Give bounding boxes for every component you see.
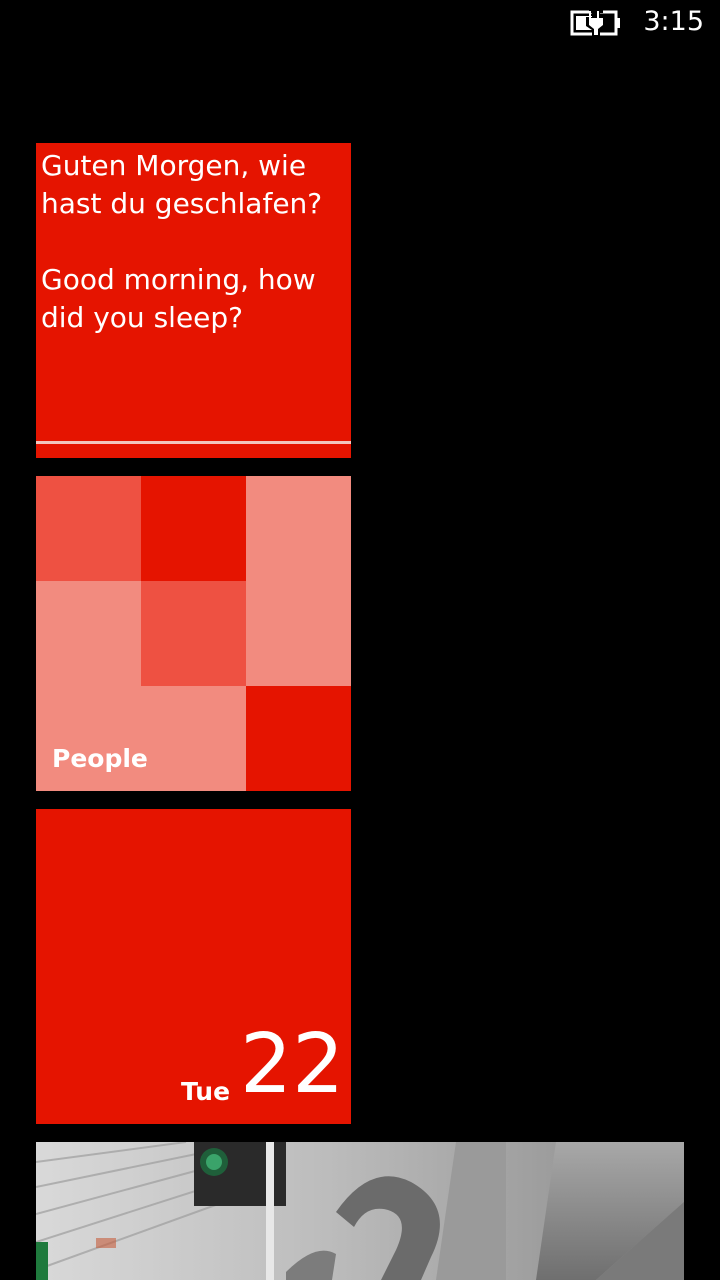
photos-tile[interactable] <box>36 1142 684 1280</box>
people-mosaic-cell <box>246 686 351 791</box>
calendar-day: Tue <box>181 1077 231 1106</box>
phrase-text: Guten Morgen, wie hast du geschlafen? Go… <box>41 147 346 337</box>
people-mosaic-cell <box>36 686 141 791</box>
people-mosaic-cell <box>246 476 351 581</box>
photo-icon <box>36 1142 684 1280</box>
phrase-tile[interactable]: Guten Morgen, wie hast du geschlafen? Go… <box>36 143 351 458</box>
status-bar: 3:15 <box>0 0 720 48</box>
calendar-date: 22 <box>240 1017 345 1112</box>
people-mosaic-cell <box>141 476 246 581</box>
people-mosaic-cell <box>141 581 246 686</box>
start-screen: 3:15 Guten Morgen, wie hast du geschlafe… <box>0 0 720 1280</box>
phrase-divider <box>36 441 351 444</box>
people-mosaic-cell <box>36 476 141 581</box>
people-mosaic-cell <box>36 581 141 686</box>
people-mosaic-cell <box>246 581 351 686</box>
battery-charging-icon <box>570 9 620 37</box>
calendar-tile[interactable]: Tue 22 <box>36 809 351 1124</box>
phrase-english: Good morning, how did you sleep? <box>41 263 316 334</box>
people-tile[interactable]: People <box>36 476 351 791</box>
people-mosaic-cell <box>141 686 246 791</box>
phrase-german: Guten Morgen, wie hast du geschlafen? <box>41 149 323 220</box>
people-label: People <box>52 744 148 773</box>
clock: 3:15 <box>643 6 704 37</box>
